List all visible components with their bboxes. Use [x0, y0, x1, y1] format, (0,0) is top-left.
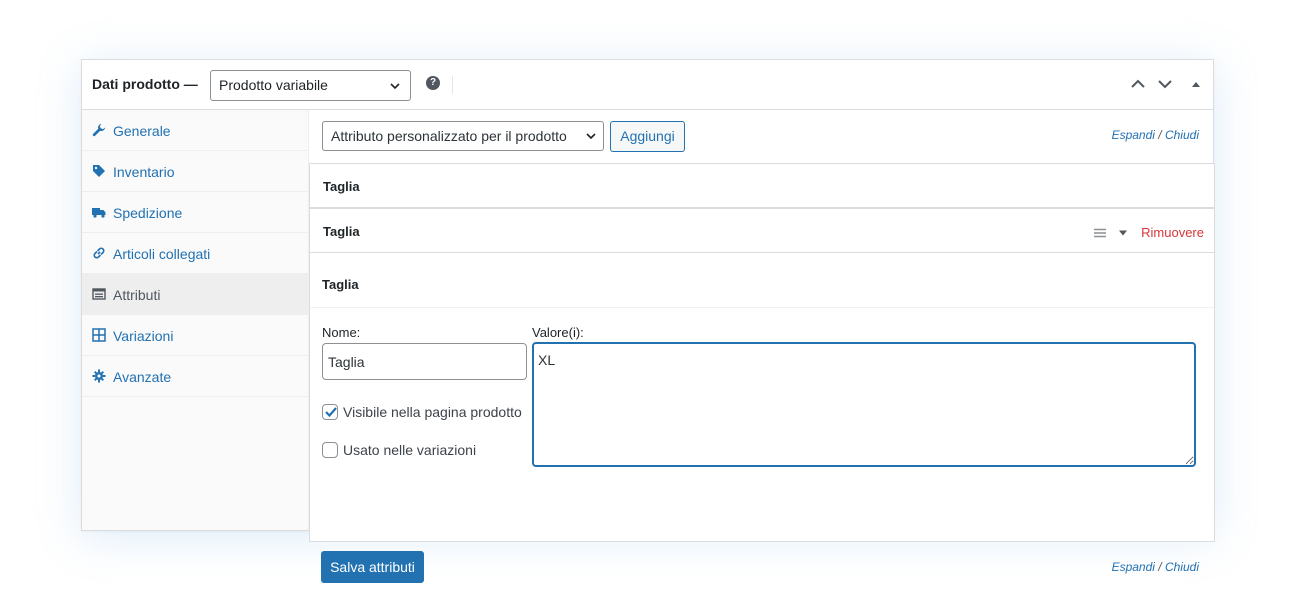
sidebar-item-general[interactable]: Generale [82, 110, 308, 151]
sidebar-item-label: Articoli collegati [113, 246, 211, 262]
chevron-down-icon [390, 83, 400, 90]
save-attributes-button[interactable]: Salva attributi [321, 551, 424, 583]
checkmark-icon [325, 407, 337, 418]
sidebar-item-advanced[interactable]: Avanzate [82, 356, 308, 397]
move-down-icon[interactable] [1155, 74, 1175, 94]
product-data-panel: Dati prodotto — Prodotto variabile ? Gen… [81, 59, 1215, 583]
attribute-row-expanded[interactable]: Taglia Rimuovere [309, 208, 1215, 253]
link-separator: / [1158, 560, 1162, 574]
grid-icon [92, 328, 106, 342]
sidebar-item-label: Generale [113, 123, 171, 139]
product-data-tabs: Generale Inventario Spedizione Articoli … [82, 110, 309, 530]
sidebar-item-attributes[interactable]: Attributi [82, 274, 308, 315]
tag-icon [93, 165, 105, 177]
attribute-row-collapsed[interactable]: Taglia [309, 163, 1215, 208]
attribute-title: Taglia [323, 179, 360, 194]
variations-checkbox[interactable] [322, 442, 338, 458]
list-view-icon [92, 288, 106, 300]
attribute-type-value: Attributo personalizzato per il prodotto [331, 128, 567, 144]
panel-title: Dati prodotto — [92, 76, 198, 92]
move-up-icon[interactable] [1128, 74, 1148, 94]
attribute-name-input[interactable] [322, 343, 527, 380]
name-label: Nome: [322, 325, 361, 340]
attribute-title: Taglia [323, 224, 360, 239]
visible-label: Visibile nella pagina prodotto [343, 404, 522, 420]
attribute-values-textarea[interactable]: XL [532, 342, 1196, 467]
expand-all-link[interactable]: Espandi [1112, 560, 1155, 574]
expand-all-link[interactable]: Espandi [1112, 128, 1155, 142]
toggle-panel-icon[interactable] [1186, 74, 1206, 94]
chevron-down-icon [586, 133, 596, 140]
footer-divider [309, 541, 1215, 542]
link-separator: / [1158, 128, 1162, 142]
sidebar-item-label: Inventario [113, 164, 175, 180]
header-divider [452, 76, 453, 94]
attribute-subtitle: Taglia [322, 277, 359, 292]
attributes-panel: Attributo personalizzato per il prodotto… [309, 110, 1215, 583]
sidebar-item-linked-products[interactable]: Articoli collegati [82, 233, 308, 274]
sidebar-item-shipping[interactable]: Spedizione [82, 192, 308, 233]
product-type-value: Prodotto variabile [219, 77, 328, 93]
sidebar-item-variations[interactable]: Variazioni [82, 315, 308, 356]
sidebar-item-label: Avanzate [113, 369, 172, 385]
drag-handle-icon[interactable] [1094, 228, 1106, 238]
remove-attribute-link[interactable]: Rimuovere [1141, 225, 1204, 240]
close-all-link[interactable]: Chiudi [1165, 128, 1199, 142]
attribute-type-select[interactable]: Attributo personalizzato per il prodotto [322, 121, 604, 151]
link-icon [93, 247, 105, 259]
attribute-divider [310, 307, 1214, 308]
truck-icon [92, 208, 106, 218]
add-attribute-button[interactable]: Aggiungi [610, 121, 685, 152]
expand-close-links-top: Espandi / Chiudi [1112, 128, 1199, 142]
visible-checkbox[interactable] [322, 404, 338, 420]
sidebar-item-label: Variazioni [113, 328, 174, 344]
sidebar-item-inventory[interactable]: Inventario [82, 151, 308, 192]
question-mark-icon[interactable]: ? [426, 76, 440, 90]
gear-icon [92, 369, 106, 383]
variations-label: Usato nelle variazioni [343, 442, 477, 458]
close-all-link[interactable]: Chiudi [1165, 560, 1199, 574]
values-label: Valore(i): [532, 325, 584, 340]
expand-close-links-bottom: Espandi / Chiudi [1112, 560, 1199, 574]
sidebar-item-label: Attributi [113, 287, 161, 303]
product-type-select[interactable]: Prodotto variabile [210, 70, 411, 101]
caret-down-icon[interactable] [1118, 228, 1128, 238]
wrench-icon [92, 124, 105, 137]
sidebar-item-label: Spedizione [113, 205, 183, 221]
panel-header: Dati prodotto — Prodotto variabile ? [82, 60, 1213, 110]
